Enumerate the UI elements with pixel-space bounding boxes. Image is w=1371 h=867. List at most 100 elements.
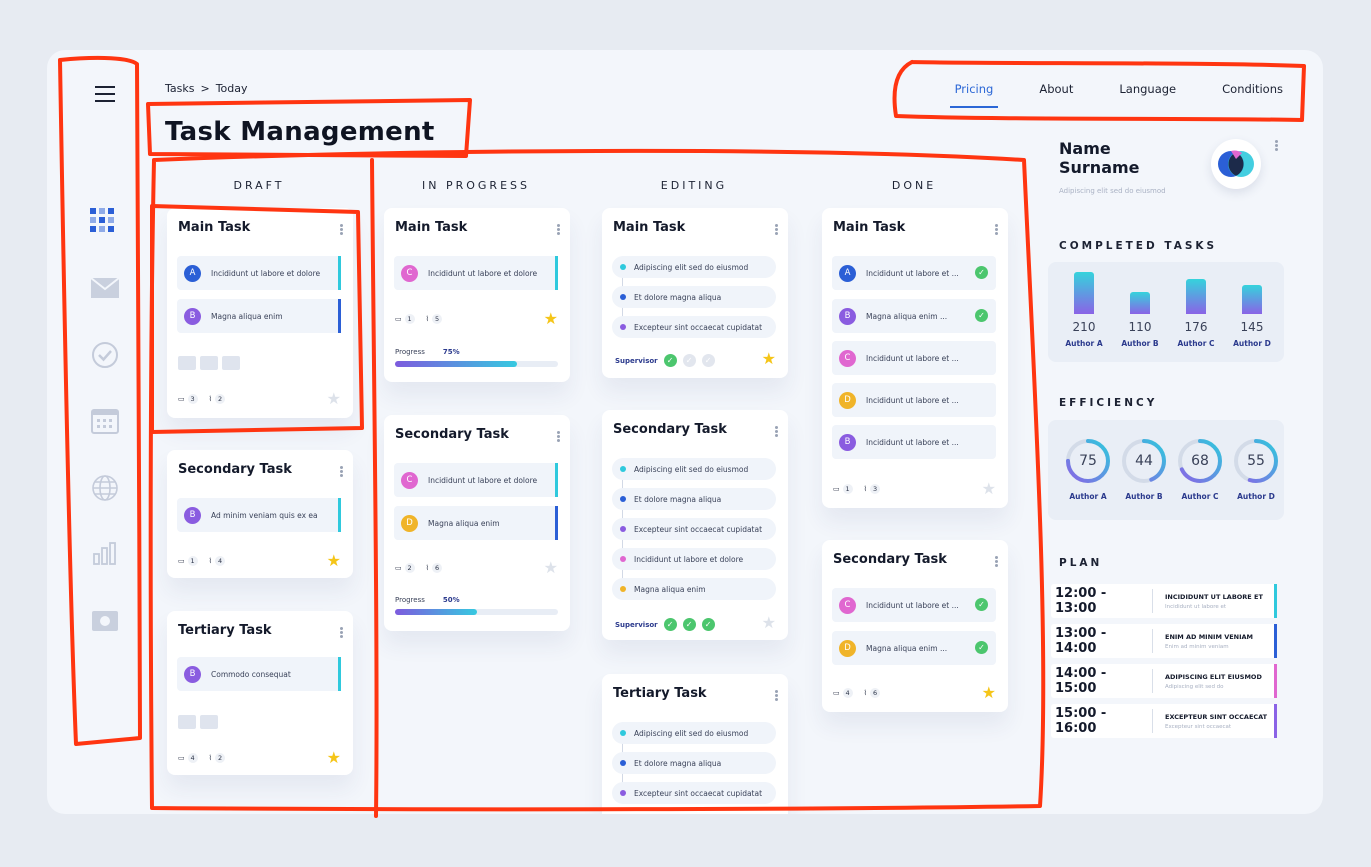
star-icon[interactable]: ★ bbox=[327, 750, 341, 766]
check-icon[interactable]: ✓ bbox=[663, 618, 677, 631]
timeline-item[interactable]: Excepteur sint occaecat cupidatat bbox=[612, 316, 776, 338]
more-icon[interactable] bbox=[775, 426, 778, 437]
list-item[interactable]: C Incididunt ut labore et ... bbox=[832, 341, 996, 375]
list-item[interactable]: B Ad minim veniam quis ex ea bbox=[177, 498, 341, 532]
more-icon[interactable] bbox=[775, 224, 778, 235]
donut-chart[interactable]: 44 bbox=[1120, 437, 1168, 485]
check-icon[interactable]: ✓ bbox=[701, 354, 715, 367]
task-card-draft-tertiary[interactable]: Tertiary Task B Commodo consequat ▭ 4 ⌇ 2 ★ bbox=[167, 611, 353, 775]
star-icon[interactable]: ★ bbox=[544, 311, 558, 327]
check-circle-icon[interactable] bbox=[89, 339, 121, 371]
task-card-done-secondary[interactable]: Secondary Task C Incididunt ut labore et … bbox=[822, 540, 1008, 712]
star-icon[interactable]: ★ bbox=[327, 391, 341, 407]
check-icon[interactable]: ✓ bbox=[663, 354, 677, 367]
bar[interactable] bbox=[1186, 279, 1206, 314]
more-icon[interactable] bbox=[995, 224, 998, 235]
profile-avatar[interactable] bbox=[1211, 139, 1261, 189]
attachment-icon[interactable]: ⌇ bbox=[864, 485, 867, 493]
plan-item[interactable]: 14:00 - 15:00 ADIPISCING ELIT EIUSMOD Adip… bbox=[1051, 664, 1277, 698]
menu-icon[interactable] bbox=[95, 86, 115, 102]
check-icon[interactable]: ✓ bbox=[975, 309, 988, 322]
task-card-draft-secondary[interactable]: Secondary Task B Ad minim veniam quis ex … bbox=[167, 450, 353, 578]
timeline-item[interactable]: Excepteur sint occaecat cupidatat bbox=[612, 518, 776, 540]
image-icon[interactable] bbox=[178, 356, 196, 370]
attachment-icon[interactable]: ⌇ bbox=[209, 754, 212, 762]
task-card-draft-main[interactable]: Main Task A Incididunt ut labore et dolor… bbox=[167, 208, 353, 418]
comment-icon[interactable]: ▭ bbox=[178, 557, 185, 565]
timeline-item[interactable]: Et dolore magna aliqua bbox=[612, 286, 776, 308]
attachment-icon[interactable]: ⌇ bbox=[864, 689, 867, 697]
star-icon[interactable]: ★ bbox=[762, 615, 776, 631]
image-icon[interactable] bbox=[200, 356, 218, 370]
attachment-icon[interactable]: ⌇ bbox=[426, 564, 429, 572]
task-card-editing-tertiary[interactable]: Tertiary Task Adipiscing elit sed do eiu… bbox=[602, 674, 788, 814]
star-icon[interactable]: ★ bbox=[762, 351, 776, 367]
comment-icon[interactable]: ▭ bbox=[395, 315, 402, 323]
nav-conditions[interactable]: Conditions bbox=[1222, 82, 1283, 96]
globe-icon[interactable] bbox=[89, 472, 121, 504]
calendar-icon[interactable] bbox=[89, 405, 121, 437]
check-icon[interactable]: ✓ bbox=[682, 354, 696, 367]
donut-chart[interactable]: 55 bbox=[1232, 437, 1280, 485]
plan-item[interactable]: 15:00 - 16:00 EXCEPTEUR SINT OCCAECAT Exce… bbox=[1051, 704, 1277, 738]
comment-icon[interactable]: ▭ bbox=[833, 485, 840, 493]
task-card-editing-main[interactable]: Main Task Adipiscing elit sed do eiusmod… bbox=[602, 208, 788, 378]
list-item[interactable]: C Incididunt ut labore et dolore bbox=[394, 256, 558, 290]
donut-chart[interactable]: 75 bbox=[1064, 437, 1112, 485]
more-icon[interactable] bbox=[340, 627, 343, 638]
star-icon[interactable]: ★ bbox=[327, 553, 341, 569]
image-icon[interactable] bbox=[200, 715, 218, 729]
more-icon[interactable] bbox=[340, 224, 343, 235]
task-card-editing-secondary[interactable]: Secondary Task Adipiscing elit sed do ei… bbox=[602, 410, 788, 640]
timeline-item[interactable]: Magna aliqua enim bbox=[612, 578, 776, 600]
more-icon[interactable] bbox=[1275, 140, 1278, 151]
star-icon[interactable]: ★ bbox=[544, 560, 558, 576]
task-card-progress-main[interactable]: Main Task C Incididunt ut labore et dolor… bbox=[384, 208, 570, 382]
list-item[interactable]: B Incididunt ut labore et ... bbox=[832, 425, 996, 459]
list-item[interactable]: B Magna aliqua enim bbox=[177, 299, 341, 333]
comment-icon[interactable]: ▭ bbox=[178, 395, 185, 403]
check-icon[interactable]: ✓ bbox=[682, 618, 696, 631]
list-item[interactable]: D Magna aliqua enim ... ✓ bbox=[832, 631, 996, 665]
breadcrumb-root[interactable]: Tasks bbox=[165, 82, 194, 95]
star-icon[interactable]: ★ bbox=[982, 481, 996, 497]
attachment-icon[interactable]: ⌇ bbox=[426, 315, 429, 323]
bar[interactable] bbox=[1074, 272, 1094, 314]
check-icon[interactable]: ✓ bbox=[975, 266, 988, 279]
timeline-item[interactable]: Et dolore magna aliqua bbox=[612, 752, 776, 774]
list-item[interactable]: D Incididunt ut labore et ... bbox=[832, 383, 996, 417]
more-icon[interactable] bbox=[557, 224, 560, 235]
check-icon[interactable]: ✓ bbox=[975, 641, 988, 654]
list-item[interactable]: A Incididunt ut labore et ... ✓ bbox=[832, 256, 996, 290]
timeline-item[interactable]: Incididunt ut labore et dolore bbox=[612, 548, 776, 570]
more-icon[interactable] bbox=[775, 690, 778, 701]
bar[interactable] bbox=[1130, 292, 1150, 314]
camera-icon[interactable] bbox=[89, 605, 121, 637]
comment-icon[interactable]: ▭ bbox=[178, 754, 185, 762]
nav-pricing[interactable]: Pricing bbox=[949, 82, 999, 108]
attachment-icon[interactable]: ⌇ bbox=[209, 557, 212, 565]
more-icon[interactable] bbox=[557, 431, 560, 442]
list-item[interactable]: A Incididunt ut labore et dolore bbox=[177, 256, 341, 290]
list-item[interactable]: B Commodo consequat bbox=[177, 657, 341, 691]
timeline-item[interactable]: Adipiscing elit sed do eiusmod bbox=[612, 256, 776, 278]
star-icon[interactable]: ★ bbox=[982, 685, 996, 701]
attachment-icon[interactable]: ⌇ bbox=[209, 395, 212, 403]
more-icon[interactable] bbox=[995, 556, 998, 567]
list-item[interactable]: C Incididunt ut labore et ... ✓ bbox=[832, 588, 996, 622]
plan-item[interactable]: 12:00 - 13:00 INCIDIDUNT UT LABORE ET Inci… bbox=[1051, 584, 1277, 618]
nav-about[interactable]: About bbox=[1039, 82, 1073, 96]
timeline-item[interactable]: Adipiscing elit sed do eiusmod bbox=[612, 458, 776, 480]
chart-icon[interactable] bbox=[89, 538, 121, 570]
bar[interactable] bbox=[1242, 285, 1262, 314]
timeline-item[interactable]: Adipiscing elit sed do eiusmod bbox=[612, 722, 776, 744]
list-item[interactable]: B Magna aliqua enim ... ✓ bbox=[832, 299, 996, 333]
check-icon[interactable]: ✓ bbox=[701, 618, 715, 631]
dashboard-icon[interactable] bbox=[89, 205, 121, 237]
mail-icon[interactable] bbox=[89, 272, 121, 304]
comment-icon[interactable]: ▭ bbox=[833, 689, 840, 697]
timeline-item[interactable]: Excepteur sint occaecat cupidatat bbox=[612, 782, 776, 804]
donut-chart[interactable]: 68 bbox=[1176, 437, 1224, 485]
task-card-done-main[interactable]: Main Task A Incididunt ut labore et ... ✓ … bbox=[822, 208, 1008, 508]
plan-item[interactable]: 13:00 - 14:00 ENIM AD MINIM VENIAM Enim ad… bbox=[1051, 624, 1277, 658]
